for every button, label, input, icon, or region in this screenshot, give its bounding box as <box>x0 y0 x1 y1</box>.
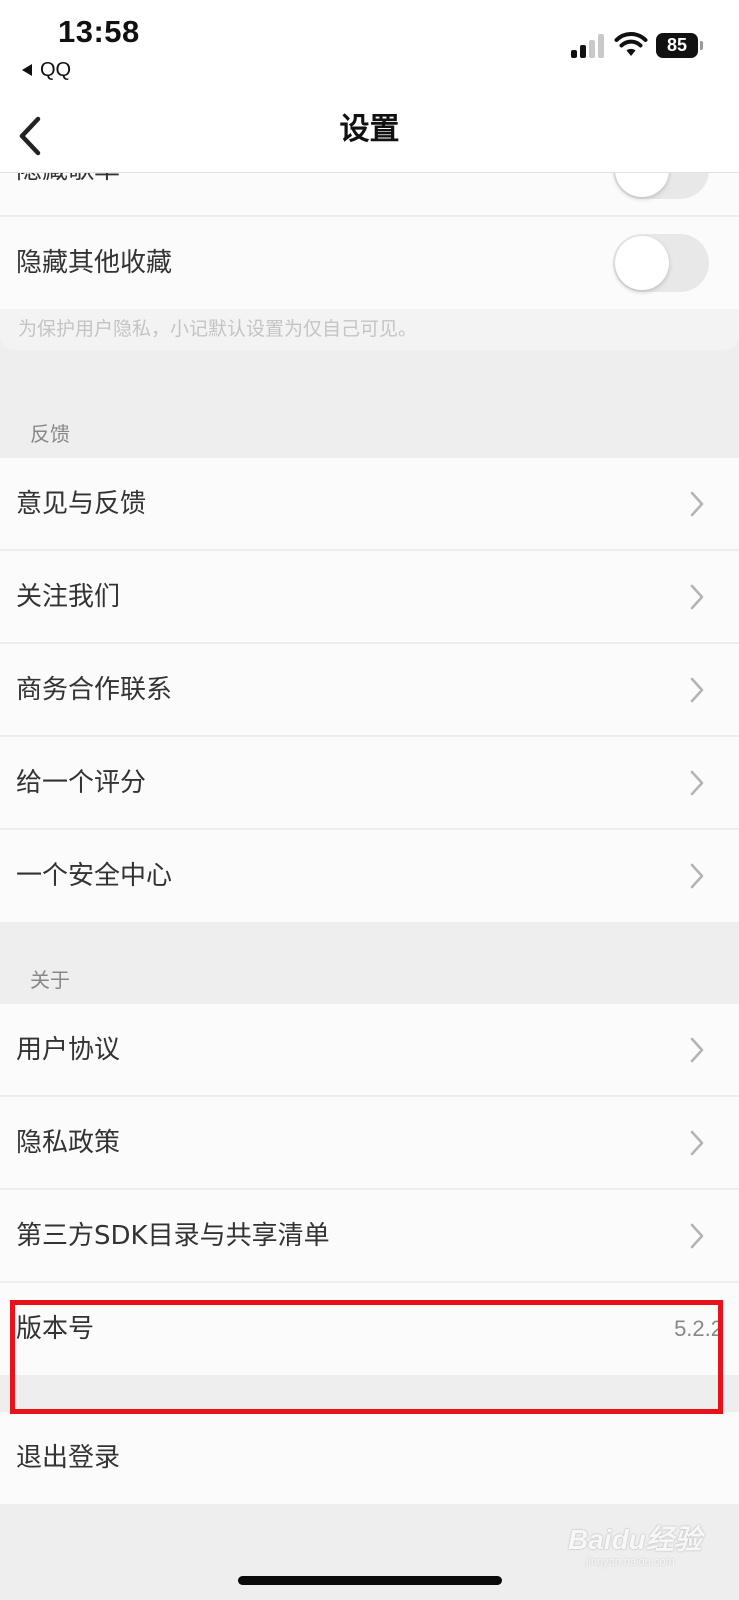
menu-item-follow-us[interactable]: 关注我们 <box>0 551 739 643</box>
hide-other-favorites-toggle[interactable] <box>613 234 709 292</box>
back-app-label: QQ <box>40 58 72 81</box>
back-to-app-link[interactable]: QQ <box>22 58 71 82</box>
hide-playlist-toggle[interactable] <box>613 172 709 199</box>
menu-item-third-party-sdk[interactable]: 第三方SDK目录与共享清单 <box>0 1190 739 1282</box>
cellular-signal-icon <box>571 34 607 58</box>
chevron-right-icon <box>690 1223 704 1249</box>
menu-item-business-contact[interactable]: 商务合作联系 <box>0 644 739 736</box>
setting-row-hide-playlist[interactable]: 隐藏歌单 <box>0 172 739 216</box>
chevron-right-icon <box>690 584 704 610</box>
menu-item-label: 商务合作联系 <box>16 675 173 705</box>
menu-item-label: 第三方SDK目录与共享清单 <box>16 1221 330 1251</box>
menu-item-label: 隐私政策 <box>16 1128 121 1158</box>
menu-item-label: 用户协议 <box>16 1035 121 1065</box>
setting-label: 隐藏歌单 <box>16 172 120 216</box>
menu-item-label: 给一个评分 <box>16 768 147 798</box>
menu-item-label: 意见与反馈 <box>16 489 147 519</box>
chevron-right-icon <box>690 863 704 889</box>
chevron-right-icon <box>690 677 704 703</box>
toggle-knob <box>615 236 669 290</box>
signal-bar <box>598 34 604 58</box>
watermark-sub: jingyan.baidu.com <box>586 1556 675 1568</box>
menu-item-feedback[interactable]: 意见与反馈 <box>0 458 739 550</box>
battery-nub <box>700 41 703 50</box>
battery-icon: 85 <box>656 33 704 58</box>
setting-label: 隐藏其他收藏 <box>16 248 173 278</box>
toggle-knob <box>615 172 669 197</box>
version-row: 版本号 5.2.2 <box>0 1283 739 1375</box>
logout-label: 退出登录 <box>16 1443 121 1473</box>
signal-bar <box>589 40 595 58</box>
section-header-about: 关于 <box>30 968 70 992</box>
status-time: 13:58 <box>58 14 140 49</box>
baidu-watermark: Baidu经验 jingyan.baidu.com <box>568 1518 728 1578</box>
wifi-icon <box>614 32 648 56</box>
back-triangle-icon <box>22 64 32 76</box>
signal-bar <box>571 50 577 58</box>
version-label: 版本号 <box>16 1314 95 1344</box>
page-title: 设置 <box>339 112 400 147</box>
chevron-right-icon <box>690 1130 704 1156</box>
menu-item-rate-app[interactable]: 给一个评分 <box>0 737 739 829</box>
settings-list[interactable]: 隐藏歌单 隐藏其他收藏 为保护用户隐私，小记默认设置为仅自己可见。 反馈 意见与… <box>0 172 739 1600</box>
privacy-hint-text: 为保护用户隐私，小记默认设置为仅自己可见。 <box>18 318 418 340</box>
chevron-right-icon <box>690 491 704 517</box>
section-header-feedback: 反馈 <box>30 422 70 446</box>
menu-item-label: 关注我们 <box>16 582 121 612</box>
battery-level: 85 <box>656 33 698 58</box>
privacy-hint: 为保护用户隐私，小记默认设置为仅自己可见。 <box>0 309 739 350</box>
chevron-right-icon <box>690 770 704 796</box>
menu-item-label: 一个安全中心 <box>16 861 173 891</box>
nav-bar: 设置 <box>0 104 739 173</box>
chevron-right-icon <box>690 1037 704 1063</box>
setting-row-hide-other-favorites[interactable]: 隐藏其他收藏 <box>0 217 739 309</box>
menu-item-user-agreement[interactable]: 用户协议 <box>0 1004 739 1096</box>
home-indicator[interactable] <box>238 1576 502 1585</box>
menu-item-privacy-policy[interactable]: 隐私政策 <box>0 1097 739 1189</box>
menu-item-security-center[interactable]: 一个安全中心 <box>0 830 739 922</box>
status-bar: 13:58 QQ 85 <box>0 0 739 104</box>
logout-button[interactable]: 退出登录 <box>0 1412 739 1504</box>
version-value: 5.2.2 <box>674 1316 723 1341</box>
signal-bar <box>580 45 586 58</box>
watermark-brand: Baidu经验 <box>568 1524 702 1555</box>
